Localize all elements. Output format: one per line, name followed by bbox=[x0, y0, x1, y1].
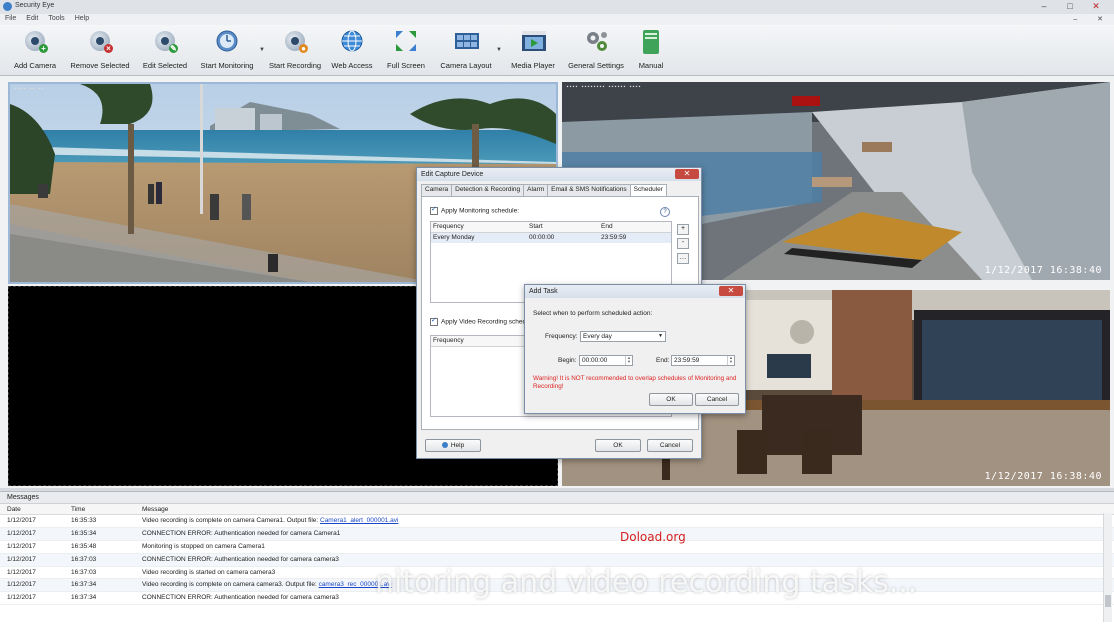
apply-monitoring-checkbox[interactable]: Apply Monitoring schedule: bbox=[430, 205, 519, 215]
apply-recording-checkbox[interactable]: Apply Video Recording schedule: bbox=[430, 316, 537, 326]
camera-layout-button[interactable]: Camera Layout ▼ bbox=[438, 29, 502, 70]
tab-scheduler[interactable]: Scheduler bbox=[629, 184, 667, 196]
general-settings-button[interactable]: General Settings bbox=[568, 29, 624, 70]
title-bar: Security Eye – □ ✕ bbox=[0, 0, 1114, 15]
checkbox-checked-icon bbox=[430, 316, 438, 326]
add-camera-icon: + bbox=[23, 29, 48, 53]
full-screen-arrows-icon bbox=[394, 29, 418, 53]
menu-file[interactable]: File bbox=[0, 14, 21, 25]
record-camera-icon: ● bbox=[283, 29, 308, 53]
overlap-warning: Warning! It is NOT recommended to overla… bbox=[533, 375, 737, 390]
begin-label: Begin: bbox=[558, 357, 577, 364]
camera-1-caption: ▪▪▪▪ ▪▪ ▪▪ bbox=[14, 86, 45, 92]
camera-2-timestamp: 1/12/2017 16:38:40 bbox=[984, 265, 1102, 276]
message-row[interactable]: 1/12/2017 16:35:34 CONNECTION ERROR: Aut… bbox=[0, 527, 1114, 541]
close-icon[interactable]: ✕ bbox=[1084, 1, 1108, 12]
spinner-icon[interactable]: ▲ ▼ bbox=[727, 356, 734, 365]
globe-icon bbox=[340, 29, 364, 53]
remove-schedule-button[interactable]: - bbox=[677, 238, 689, 249]
edit-camera-icon: ✎ bbox=[153, 29, 178, 53]
camera-2-caption: ▪▪▪▪ ▪▪▪▪▪▪▪▪ ▪▪▪▪▪▪ ▪▪▪▪ bbox=[566, 84, 642, 90]
add-task-close-icon[interactable]: ✕ bbox=[719, 286, 743, 296]
layout-dropdown-icon[interactable]: ▼ bbox=[496, 47, 502, 53]
dialog-tabs: Camera Detection & Recording Alarm Email… bbox=[421, 184, 667, 196]
messages-scrollbar[interactable] bbox=[1103, 513, 1112, 622]
video-subtitle: nitoring and video recording tasks... bbox=[375, 565, 918, 600]
spinner-icon[interactable]: ▲ ▼ bbox=[625, 356, 632, 365]
dropdown-arrow-icon[interactable]: ▼ bbox=[259, 47, 265, 53]
camera-4-timestamp: 1/12/2017 16:38:40 bbox=[984, 471, 1102, 482]
menu-help[interactable]: Help bbox=[70, 14, 94, 25]
help-button[interactable]: Help bbox=[425, 439, 481, 452]
end-label: End: bbox=[656, 357, 670, 364]
edit-schedule-button[interactable]: … bbox=[677, 253, 689, 264]
watermark-text: Doload.org bbox=[620, 530, 686, 544]
menu-bar: File Edit Tools Help – ✕ bbox=[0, 14, 1114, 25]
checkbox-checked-icon bbox=[430, 205, 438, 215]
add-task-ok-button[interactable]: OK bbox=[649, 393, 693, 406]
minimize-icon[interactable]: – bbox=[1032, 1, 1056, 12]
table-header: Frequency Start End bbox=[431, 222, 671, 233]
menu-edit[interactable]: Edit bbox=[21, 14, 43, 25]
mdi-controls: – ✕ bbox=[1068, 14, 1108, 25]
monitoring-clock-icon bbox=[215, 29, 239, 53]
tab-alarm[interactable]: Alarm bbox=[523, 184, 549, 196]
frequency-label: Frequency: bbox=[545, 333, 578, 340]
remove-selected-button[interactable]: × Remove Selected bbox=[70, 29, 130, 70]
help-icon bbox=[441, 442, 448, 449]
add-task-title: Add Task bbox=[529, 288, 558, 295]
media-player-button[interactable]: Media Player bbox=[509, 29, 557, 70]
dialog-title-bar: Edit Capture Device ✕ bbox=[417, 168, 701, 181]
tab-camera[interactable]: Camera bbox=[421, 184, 453, 196]
dialog-close-icon[interactable]: ✕ bbox=[675, 169, 699, 179]
messages-panel: Messages Date Time Message 1/12/2017 16:… bbox=[0, 491, 1114, 624]
message-row[interactable]: 1/12/2017 16:35:33 Video recording is co… bbox=[0, 515, 1114, 528]
table-row[interactable]: Every Monday 00:00:00 23:59:59 bbox=[431, 233, 671, 243]
media-player-icon bbox=[521, 29, 546, 53]
dialog-title: Edit Capture Device bbox=[421, 171, 484, 178]
add-task-prompt: Select when to perform scheduled action: bbox=[533, 310, 653, 317]
full-screen-button[interactable]: Full Screen bbox=[385, 29, 427, 70]
messages-header: Date Time Message bbox=[0, 504, 1114, 515]
mdi-close-icon[interactable]: ✕ bbox=[1092, 14, 1108, 25]
ok-button[interactable]: OK bbox=[595, 439, 641, 452]
begin-time-input[interactable]: 00:00:00 ▲ ▼ bbox=[579, 355, 633, 366]
tab-detection-recording[interactable]: Detection & Recording bbox=[451, 184, 525, 196]
window-title: Security Eye bbox=[15, 2, 55, 9]
chevron-down-icon: ▼ bbox=[658, 333, 663, 339]
help-question-icon[interactable]: ? bbox=[660, 207, 670, 217]
message-row[interactable]: 1/12/2017 16:35:48 Monitoring is stopped… bbox=[0, 541, 1114, 554]
add-camera-button[interactable]: + Add Camera bbox=[14, 29, 56, 70]
restore-icon[interactable]: – bbox=[1068, 14, 1082, 25]
output-file-link[interactable]: Camera1_alert_000001.avi bbox=[320, 517, 398, 524]
cancel-button[interactable]: Cancel bbox=[647, 439, 693, 452]
manual-book-icon bbox=[639, 29, 663, 54]
edit-selected-button[interactable]: ✎ Edit Selected bbox=[142, 29, 188, 70]
add-task-cancel-button[interactable]: Cancel bbox=[695, 393, 739, 406]
toolbar: + Add Camera × Remove Selected ✎ Edit Se… bbox=[0, 25, 1114, 76]
layout-grid-icon bbox=[454, 29, 479, 53]
scroll-thumb[interactable] bbox=[1105, 595, 1111, 607]
gears-icon bbox=[584, 29, 608, 53]
add-task-title-bar: Add Task ✕ bbox=[525, 285, 745, 298]
add-task-dialog: Add Task ✕ Select when to perform schedu… bbox=[524, 284, 746, 414]
web-access-button[interactable]: Web Access bbox=[331, 29, 373, 70]
start-monitoring-button[interactable]: Start Monitoring ▼ bbox=[199, 29, 265, 70]
messages-title: Messages bbox=[0, 492, 1114, 504]
remove-camera-icon: × bbox=[88, 29, 113, 53]
manual-button[interactable]: Manual bbox=[636, 29, 666, 70]
tab-email-sms[interactable]: Email & SMS Notifications bbox=[547, 184, 631, 196]
maximize-icon[interactable]: □ bbox=[1058, 1, 1082, 12]
add-schedule-button[interactable]: + bbox=[677, 224, 689, 235]
window-controls: – □ ✕ bbox=[1032, 1, 1108, 12]
menu-tools[interactable]: Tools bbox=[43, 14, 69, 25]
start-recording-button[interactable]: ● Start Recording bbox=[268, 29, 322, 70]
frequency-select[interactable]: Every day ▼ bbox=[580, 331, 666, 342]
app-icon bbox=[3, 2, 12, 11]
end-time-input[interactable]: 23:59:59 ▲ ▼ bbox=[671, 355, 735, 366]
